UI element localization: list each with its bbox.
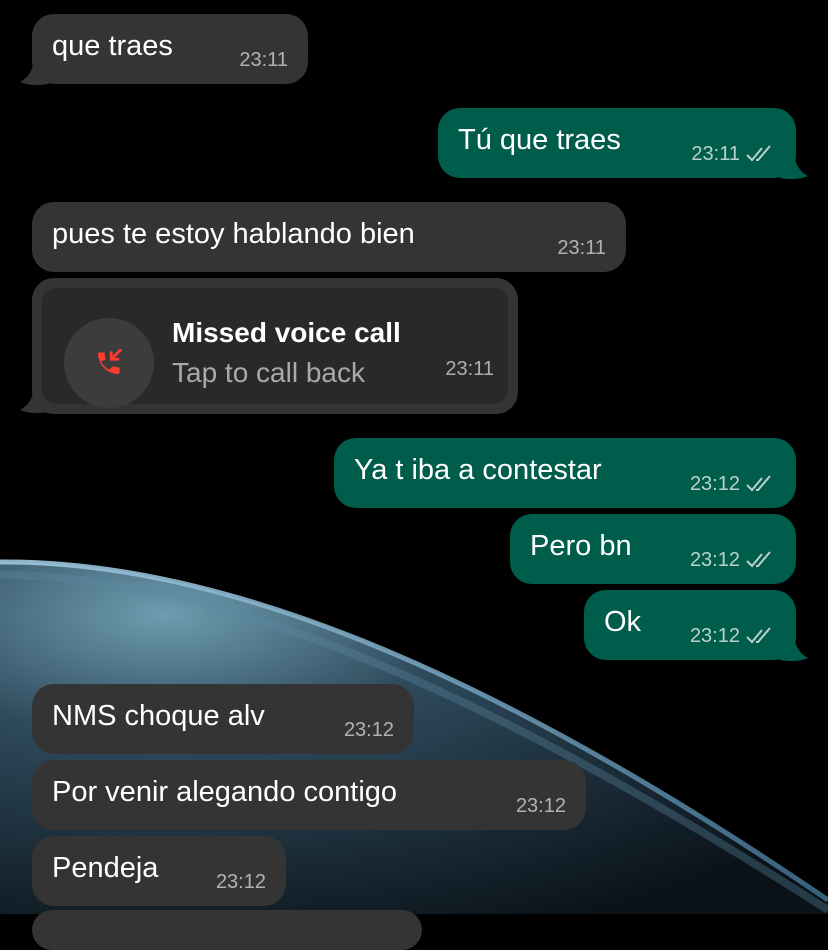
missed-call-title: Missed voice call (172, 317, 401, 348)
message-timestamp: 23:12 (690, 549, 776, 571)
double-check-icon (746, 551, 771, 568)
message-bubble-incoming[interactable]: pues te estoy hablando bien 23:11 (32, 202, 626, 272)
missed-call-subtitle: Tap to call back (172, 357, 365, 388)
message-timestamp: 23:11 (691, 143, 776, 165)
message-text: pues te estoy hablando bien (52, 218, 415, 250)
double-check-icon (746, 145, 771, 162)
message-text: Pendeja (52, 852, 159, 884)
double-check-icon (746, 627, 771, 644)
message-timestamp: 23:11 (239, 49, 288, 71)
message-timestamp: 23:11 (557, 237, 606, 259)
message-bubble-outgoing[interactable]: Ya t iba a contestar 23:12 (334, 438, 796, 508)
message-bubble-outgoing[interactable]: Tú que traes 23:11 (438, 108, 796, 178)
message-bubble-incoming[interactable]: Por venir alegando contigo 23:12 (32, 760, 586, 830)
message-timestamp: 23:12 (690, 625, 776, 647)
message-bubble-incoming[interactable]: NMS choque alv 23:12 (32, 684, 414, 754)
message-text: Ok (604, 606, 642, 638)
message-text: Pero bn (530, 530, 632, 562)
missed-call-icon (98, 348, 122, 374)
missed-call-icon-circle (64, 318, 154, 408)
message-text: NMS choque alv (52, 700, 265, 732)
missed-call-bubble[interactable]: Missed voice call Tap to call back 23:11 (32, 278, 518, 414)
message-text: Ya t iba a contestar (354, 454, 602, 486)
message-timestamp: 23:12 (343, 719, 394, 741)
message-text: Tú que traes (458, 124, 621, 156)
double-check-icon (746, 475, 771, 492)
message-bubble-incoming[interactable] (32, 910, 422, 950)
message-timestamp: 23:12 (215, 871, 266, 893)
message-bubble-incoming[interactable]: que traes 23:11 (32, 14, 308, 84)
message-timestamp: 23:12 (690, 473, 776, 495)
message-text: Por venir alegando contigo (52, 776, 398, 808)
message-timestamp: 23:12 (515, 795, 566, 817)
message-bubble-incoming[interactable]: Pendeja 23:12 (32, 836, 286, 906)
message-bubble-outgoing[interactable]: Ok 23:12 (584, 590, 796, 660)
missed-call-card[interactable]: Missed voice call Tap to call back 23:11 (42, 288, 508, 408)
message-bubble-outgoing[interactable]: Pero bn 23:12 (510, 514, 796, 584)
message-text: que traes (52, 30, 173, 62)
message-timestamp: 23:11 (445, 358, 494, 380)
